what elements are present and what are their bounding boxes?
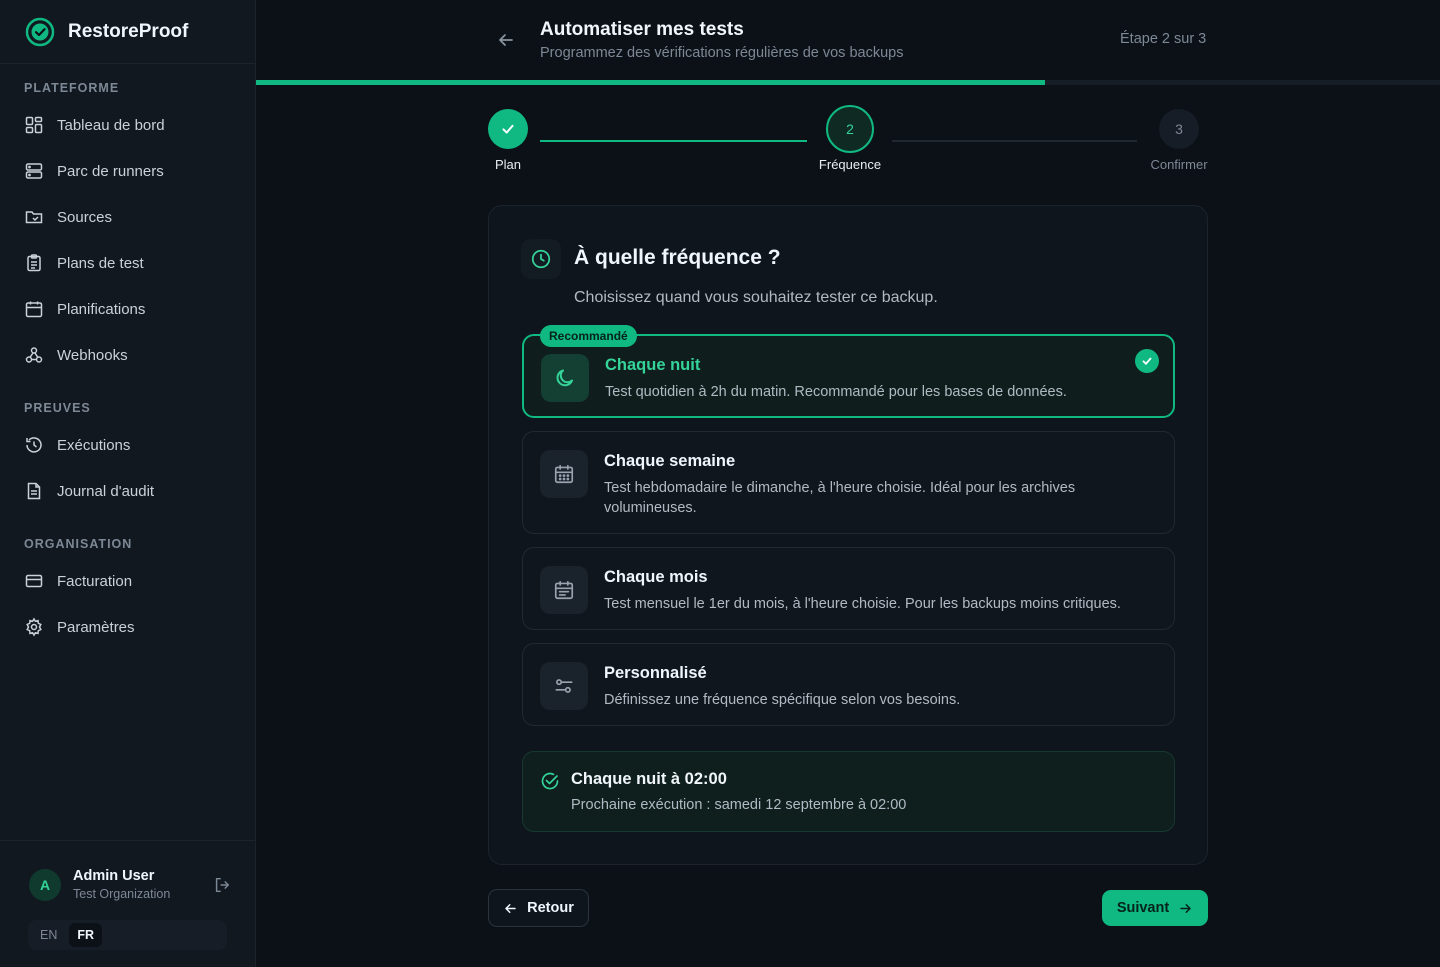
summary-title: Chaque nuit à 02:00: [571, 770, 727, 788]
sidebar-item-label: Facturation: [57, 572, 133, 590]
option-description: Test quotidien à 2h du matin. Recommandé…: [605, 384, 1067, 400]
logout-icon[interactable]: [213, 876, 231, 894]
sidebar: RestoreProof PLATEFORME Tableau de bord …: [0, 0, 256, 967]
sliders-icon: [555, 679, 573, 693]
arrow-left-icon: [505, 903, 516, 913]
sidebar-item-audit-log[interactable]: Journal d'audit: [16, 472, 240, 510]
brand[interactable]: RestoreProof: [0, 0, 255, 64]
option-icon-box: [540, 662, 588, 710]
clock-icon: [531, 249, 551, 269]
sidebar-item-dashboard[interactable]: Tableau de bord: [16, 106, 240, 144]
step-1-label: Plan: [494, 157, 522, 172]
sidebar-item-label: Tableau de bord: [57, 116, 165, 134]
sidebar-item-label: Paramètres: [57, 618, 135, 636]
option-description: Test hebdomadaire le dimanche, à l'heure…: [604, 480, 1076, 516]
user-org: Test Organization: [73, 887, 171, 901]
sidebar-item-runners[interactable]: Parc de runners: [16, 152, 240, 190]
sidebar-item-label: Parc de runners: [57, 162, 164, 180]
recommended-badge: Recommandé: [540, 325, 637, 347]
calendar-week-icon: [554, 464, 574, 484]
option-icon-box: [540, 566, 588, 614]
calendar-icon: [25, 301, 43, 318]
dashboard-icon: [25, 116, 43, 134]
back-arrow-icon[interactable]: [496, 30, 516, 50]
webhook-icon: [25, 347, 43, 363]
section-label: PREUVES: [24, 401, 91, 415]
sidebar-item-schedules[interactable]: Planifications: [16, 290, 240, 328]
language-switch: EN FR: [28, 920, 227, 950]
option-title: Personnalisé: [604, 664, 707, 682]
lang-en-button[interactable]: EN: [32, 923, 65, 947]
moon-icon: [556, 369, 573, 387]
sidebar-item-label: Planifications: [57, 300, 146, 318]
gear-icon: [26, 617, 42, 637]
back-button-label: Retour: [527, 900, 574, 916]
step-3-label: Confirmer: [1150, 157, 1208, 172]
document-icon: [27, 482, 41, 500]
next-button[interactable]: Suivant: [1102, 890, 1208, 926]
folder-icon: [25, 211, 43, 224]
sidebar-item-executions[interactable]: Exécutions: [16, 426, 240, 464]
option-description: Test mensuel le 1er du mois, à l'heure c…: [604, 596, 1121, 612]
option-nightly[interactable]: Recommandé Chaque nuit Test quotidien à …: [522, 325, 1175, 418]
step-3-circle[interactable]: 3: [1159, 109, 1199, 149]
page-title: Automatiser mes tests: [540, 19, 744, 40]
lang-fr-button[interactable]: FR: [69, 923, 103, 947]
sidebar-item-label: Webhooks: [57, 346, 128, 364]
summary-next-run: Prochaine exécution : samedi 12 septembr…: [571, 797, 907, 813]
app-name: RestoreProof: [68, 20, 189, 42]
option-custom[interactable]: Personnalisé Définissez une fréquence sp…: [522, 643, 1175, 726]
clipboard-icon: [27, 254, 41, 272]
user-panel: A Admin User Test Organization EN FR: [0, 840, 255, 967]
sidebar-item-sources[interactable]: Sources: [16, 198, 240, 236]
step-connector-2: [892, 140, 1137, 142]
option-monthly[interactable]: Chaque mois Test mensuel le 1er du mois,…: [522, 547, 1175, 630]
sidebar-item-label: Sources: [57, 208, 113, 226]
frequency-card: À quelle fréquence ? Choisissez quand vo…: [488, 205, 1208, 865]
progress-bar: [256, 80, 1440, 85]
option-icon-box: [540, 450, 588, 498]
sidebar-item-label: Journal d'audit: [57, 482, 155, 500]
question-subtitle: Choisissez quand vous souhaitez tester c…: [574, 289, 938, 306]
back-button[interactable]: Retour: [488, 889, 589, 927]
step-connector-1: [540, 140, 807, 142]
sidebar-item-test-plans[interactable]: Plans de test: [16, 244, 240, 282]
option-title: Chaque nuit: [605, 356, 701, 374]
sidebar-item-label: Plans de test: [57, 254, 144, 272]
check-circle-icon: [541, 772, 559, 790]
option-title: Chaque mois: [604, 568, 708, 586]
calendar-month-icon: [554, 580, 574, 600]
question-title: À quelle fréquence ?: [574, 246, 781, 269]
history-icon: [26, 437, 42, 453]
step-2-label: Fréquence: [818, 157, 882, 172]
avatar[interactable]: A: [29, 869, 61, 901]
option-icon-box: [541, 354, 589, 402]
logo-icon: [25, 17, 55, 46]
schedule-summary: Chaque nuit à 02:00 Prochaine exécution …: [522, 751, 1175, 832]
sidebar-item-label: Exécutions: [57, 436, 131, 454]
step-2-circle[interactable]: 2: [826, 105, 874, 153]
step-indicator: Étape 2 sur 3: [1120, 31, 1207, 47]
option-title: Chaque semaine: [604, 452, 736, 470]
section-label: PLATEFORME: [24, 81, 120, 95]
option-description: Définissez une fréquence spécifique selo…: [604, 692, 961, 708]
clock-icon-box: [521, 239, 561, 279]
progress-fill: [256, 80, 1045, 85]
server-icon: [25, 163, 43, 179]
option-weekly[interactable]: Chaque semaine Test hebdomadaire le dima…: [522, 431, 1175, 534]
sidebar-item-settings[interactable]: Paramètres: [16, 608, 240, 646]
arrow-right-icon: [1180, 903, 1191, 913]
credit-card-icon: [25, 574, 43, 588]
sidebar-item-webhooks[interactable]: Webhooks: [16, 336, 240, 374]
page-subtitle: Programmez des vérifications régulières …: [540, 45, 904, 61]
selected-check-icon: [1135, 349, 1159, 373]
check-icon: [502, 124, 514, 134]
next-button-label: Suivant: [1116, 900, 1170, 916]
section-label: ORGANISATION: [24, 537, 133, 551]
user-name: Admin User: [73, 868, 155, 884]
step-1-circle[interactable]: [488, 109, 528, 149]
sidebar-item-billing[interactable]: Facturation: [16, 562, 240, 600]
